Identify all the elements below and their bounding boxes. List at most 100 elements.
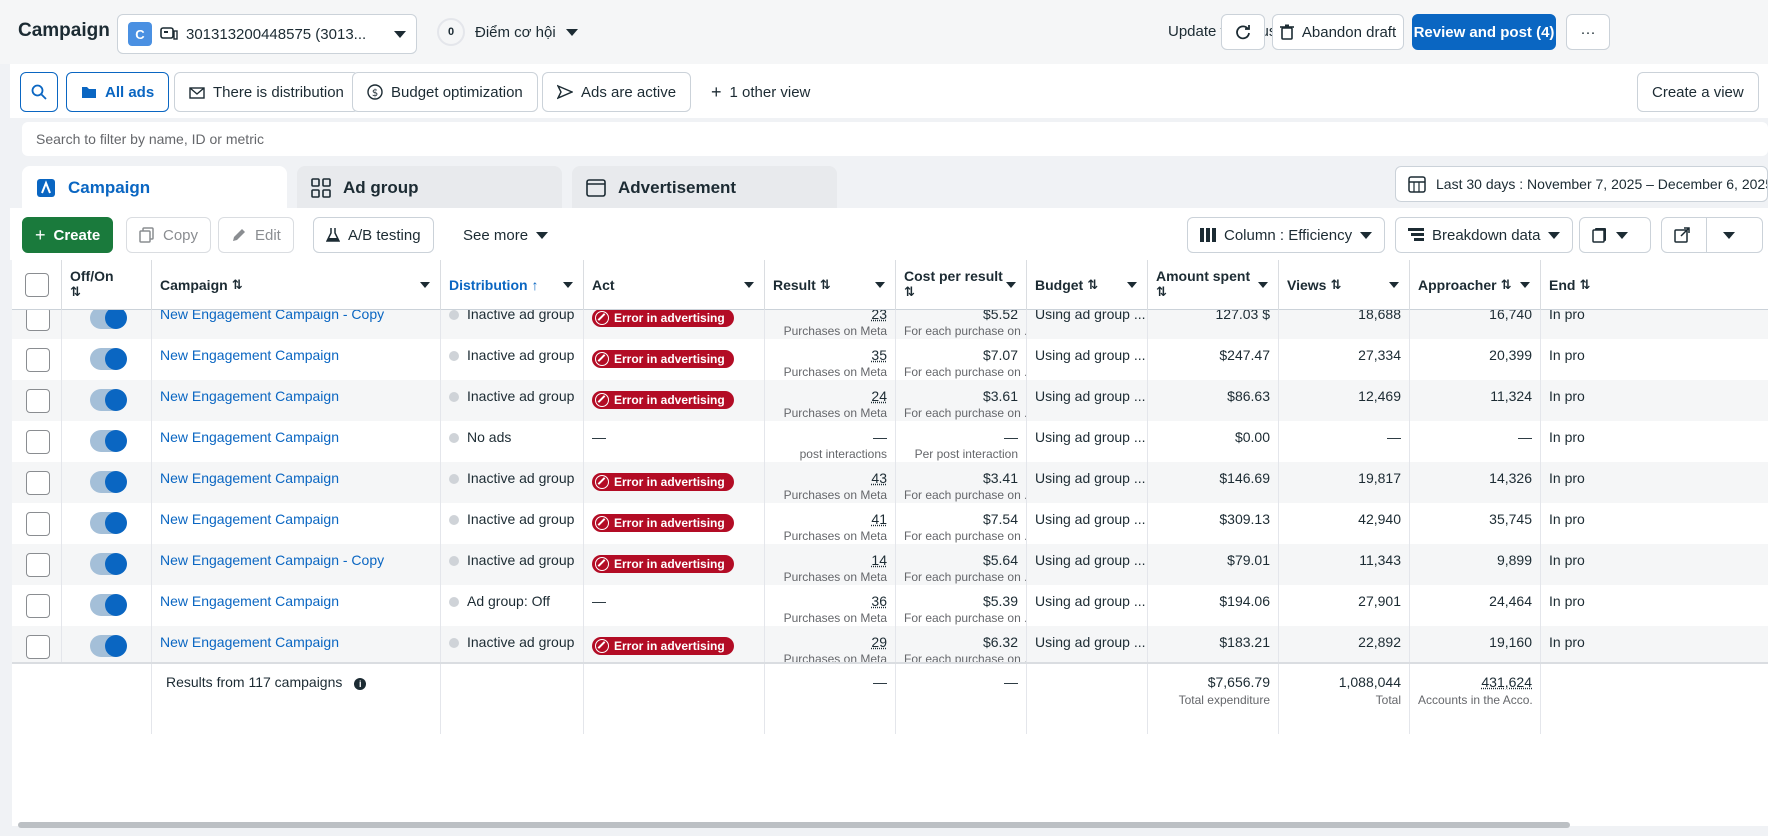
table-row[interactable]: New Engagement Campaign Ad group: Off — 36 P…: [12, 585, 1768, 626]
export-button[interactable]: [1661, 217, 1763, 253]
error-badge[interactable]: Error in advertising: [592, 350, 734, 368]
table-row[interactable]: New Engagement Campaign - Copy Inactive a…: [12, 544, 1768, 585]
end-value: In pro: [1549, 593, 1585, 609]
campaign-toggle[interactable]: [90, 594, 127, 616]
campaign-toggle[interactable]: [90, 553, 127, 575]
header-distribution[interactable]: Distribution ↑: [441, 260, 584, 310]
create-view-button[interactable]: Create a view: [1637, 72, 1759, 112]
error-badge[interactable]: Error in advertising: [592, 473, 734, 491]
distribution-status: Inactive ad group: [467, 634, 575, 650]
plus-icon: +: [35, 224, 46, 245]
budget-cell: Using ad group ...: [1027, 503, 1148, 544]
refresh-button[interactable]: [1221, 14, 1265, 50]
header-result[interactable]: Result ⇅: [765, 260, 896, 310]
header-approacher[interactable]: Approacher ⇅: [1410, 260, 1541, 310]
campaign-name-link[interactable]: New Engagement Campaign: [160, 388, 339, 404]
approacher-value: 35,745: [1489, 511, 1532, 527]
view-all-ads[interactable]: All ads: [66, 72, 170, 112]
row-checkbox[interactable]: [26, 635, 50, 659]
campaign-name-link[interactable]: New Engagement Campaign: [160, 593, 339, 609]
header-onoff[interactable]: Off/On ⇅: [62, 260, 152, 310]
header-act[interactable]: Act: [584, 260, 765, 310]
view-there-is-distribution[interactable]: There is distribution: [174, 72, 359, 112]
row-checkbox[interactable]: [26, 389, 50, 413]
header-views[interactable]: Views ⇅: [1279, 260, 1410, 310]
campaign-name-link[interactable]: New Engagement Campaign: [160, 634, 339, 650]
review-and-post-button[interactable]: Review and post (4): [1412, 14, 1556, 50]
row-checkbox[interactable]: [26, 471, 50, 495]
error-badge[interactable]: Error in advertising: [592, 637, 734, 655]
campaign-toggle[interactable]: [90, 512, 127, 534]
result-cell: 36 Purchases on Meta: [765, 585, 896, 626]
tab-ad-group[interactable]: Ad group: [297, 166, 562, 210]
tab-advertisement[interactable]: Advertisement: [572, 166, 837, 210]
campaign-name-link[interactable]: New Engagement Campaign: [160, 429, 339, 445]
row-checkbox[interactable]: [26, 594, 50, 618]
view-budget-optimization[interactable]: $ Budget optimization: [352, 72, 538, 112]
budget-value: Using ad group ...: [1035, 593, 1146, 609]
row-checkbox[interactable]: [26, 307, 50, 331]
reports-button[interactable]: [1579, 217, 1651, 253]
select-all-checkbox[interactable]: [25, 273, 49, 297]
other-view-button[interactable]: + 1 other view: [696, 72, 826, 112]
header-amount-spent[interactable]: Amount spent ⇅: [1148, 260, 1279, 310]
header-cost-per-result[interactable]: Cost per result ⇅: [896, 260, 1027, 310]
copy-button[interactable]: Copy: [126, 217, 212, 253]
table-row[interactable]: New Engagement Campaign Inactive ad group…: [12, 380, 1768, 421]
date-range-picker[interactable]: Last 30 days : November 7, 2025 – Decemb…: [1395, 166, 1768, 202]
campaign-toggle[interactable]: [90, 471, 127, 493]
error-badge[interactable]: Error in advertising: [592, 555, 734, 573]
info-icon[interactable]: i: [354, 678, 367, 690]
table-row[interactable]: New Engagement Campaign Inactive ad group…: [12, 339, 1768, 380]
row-checkbox[interactable]: [26, 553, 50, 577]
error-badge[interactable]: Error in advertising: [592, 514, 734, 532]
edit-button[interactable]: Edit: [218, 217, 294, 253]
row-checkbox[interactable]: [26, 430, 50, 454]
ab-testing-button[interactable]: A/B testing: [313, 217, 434, 253]
campaign-toggle[interactable]: [90, 348, 127, 370]
error-badge[interactable]: Error in advertising: [592, 309, 734, 327]
top-bar: Campaign C 301313200448575 (3013... 0 Đi…: [0, 0, 1768, 64]
columns-button[interactable]: Column : Efficiency: [1187, 217, 1386, 253]
chevron-down-icon: [1258, 282, 1268, 288]
abandon-draft-button[interactable]: Abandon draft: [1272, 14, 1404, 50]
table-row[interactable]: New Engagement Campaign Inactive ad group…: [12, 626, 1768, 667]
row-checkbox[interactable]: [26, 512, 50, 536]
campaign-name-link[interactable]: New Engagement Campaign: [160, 470, 339, 486]
report-icon: [1592, 227, 1608, 243]
breakdown-button[interactable]: Breakdown data: [1395, 217, 1574, 253]
approacher-cell: 14,326: [1410, 462, 1541, 503]
footer-result: —: [765, 664, 896, 734]
tab-campaign[interactable]: Campaign: [22, 166, 287, 210]
search-button[interactable]: [20, 72, 58, 112]
campaign-name-link[interactable]: New Engagement Campaign - Copy: [160, 552, 384, 568]
table-row[interactable]: New Engagement Campaign Inactive ad group…: [12, 503, 1768, 544]
refresh-icon: [1234, 23, 1252, 41]
campaign-toggle[interactable]: [90, 389, 127, 411]
table-row[interactable]: New Engagement Campaign No ads — — post inte…: [12, 421, 1768, 462]
campaign-toggle[interactable]: [90, 430, 127, 452]
create-button[interactable]: + Create: [22, 217, 114, 253]
budget-cell: Using ad group ...: [1027, 380, 1148, 421]
more-options-button[interactable]: ···: [1566, 14, 1610, 50]
campaign-toggle[interactable]: [90, 635, 127, 657]
more-icon: ···: [1580, 23, 1596, 41]
account-selector[interactable]: C 301313200448575 (3013...: [117, 14, 417, 54]
table-row[interactable]: New Engagement Campaign Inactive ad group…: [12, 462, 1768, 503]
view-ads-are-active[interactable]: Ads are active: [542, 72, 692, 112]
campaign-name-link[interactable]: New Engagement Campaign: [160, 511, 339, 527]
error-badge[interactable]: Error in advertising: [592, 391, 734, 409]
header-end[interactable]: End ⇅: [1541, 260, 1768, 310]
horizontal-scrollbar[interactable]: [18, 822, 1570, 828]
header-budget[interactable]: Budget ⇅: [1027, 260, 1148, 310]
table-footer: Results from 117 campaigns i — — $7,656.…: [12, 662, 1768, 734]
row-select-cell: [12, 421, 62, 462]
opportunity-score[interactable]: 0 Điểm cơ hội: [437, 18, 578, 46]
header-campaign[interactable]: Campaign ⇅: [152, 260, 441, 310]
search-input[interactable]: Search to filter by name, ID or metric: [22, 122, 1768, 156]
see-more-button[interactable]: See more: [450, 217, 562, 253]
campaign-name-link[interactable]: New Engagement Campaign: [160, 347, 339, 363]
campaign-toggle[interactable]: [90, 307, 127, 329]
budget-cell: Using ad group ...: [1027, 462, 1148, 503]
row-checkbox[interactable]: [26, 348, 50, 372]
